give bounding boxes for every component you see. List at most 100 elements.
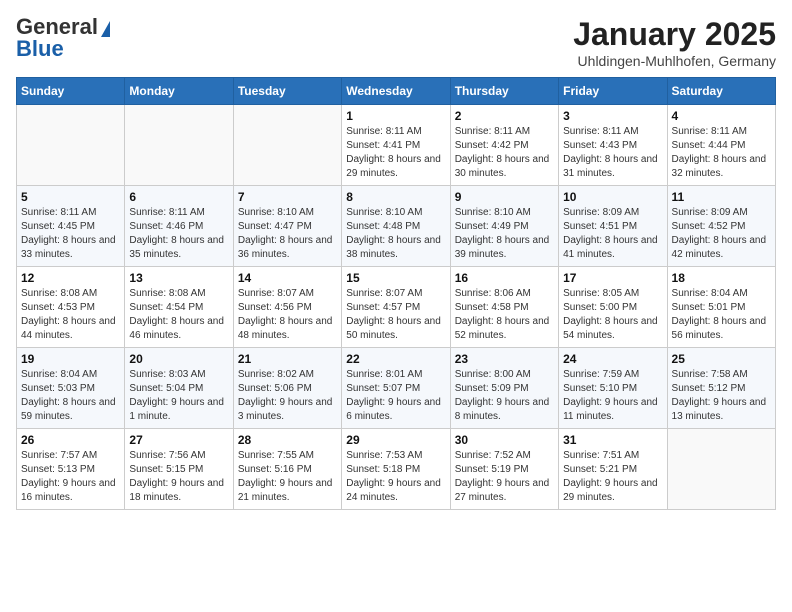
week-row-4: 19 Sunrise: 8:04 AMSunset: 5:03 PMDayligh…: [17, 348, 776, 429]
title-block: January 2025 Uhldingen-Muhlhofen, German…: [573, 16, 776, 69]
day-number: 15: [346, 271, 445, 285]
day-number: 6: [129, 190, 228, 204]
calendar-cell: 23Sunrise: 8:00 AMSunset: 5:09 PMDayligh…: [450, 348, 558, 429]
logo: General Blue: [16, 16, 110, 61]
calendar-table: SundayMondayTuesdayWednesdayThursdayFrid…: [16, 77, 776, 510]
weekday-header-sunday: Sunday: [17, 78, 125, 105]
calendar-cell: 11Sunrise: 8:09 AMSunset: 4:52 PMDayligh…: [667, 186, 775, 267]
calendar-cell: 31 Sunrise: 7:51 AMSunset: 5:21 PMDayligh…: [559, 429, 667, 510]
calendar-cell: 4 Sunrise: 8:11 AMSunset: 4:44 PMDaylight…: [667, 105, 775, 186]
calendar-cell: 6Sunrise: 8:11 AMSunset: 4:46 PMDaylight…: [125, 186, 233, 267]
day-number: 29: [346, 433, 445, 447]
weekday-header-friday: Friday: [559, 78, 667, 105]
day-number: 2: [455, 109, 554, 123]
day-info: Sunrise: 8:08 AMSunset: 4:53 PMDaylight:…: [21, 287, 120, 343]
day-number: 8: [346, 190, 445, 204]
calendar-cell: 10 Sunrise: 8:09 AMSunset: 4:51 PMDayligh…: [559, 186, 667, 267]
day-number: 1: [346, 109, 445, 123]
day-info: Sunrise: 8:02 AMSunset: 5:06 PMDaylight:…: [238, 368, 337, 424]
calendar-cell: 9 Sunrise: 8:10 AMSunset: 4:49 PMDaylight…: [450, 186, 558, 267]
day-info: Sunrise: 7:52 AMSunset: 5:19 PMDaylight:…: [455, 449, 554, 505]
day-number: 24: [563, 352, 662, 366]
calendar-cell: 7Sunrise: 8:10 AMSunset: 4:47 PMDaylight…: [233, 186, 341, 267]
day-info: Sunrise: 8:09 AMSunset: 4:51 PMDaylight:…: [563, 206, 662, 262]
calendar-cell: 28Sunrise: 7:55 AMSunset: 5:16 PMDayligh…: [233, 429, 341, 510]
day-number: 31: [563, 433, 662, 447]
day-info: Sunrise: 7:53 AMSunset: 5:18 PMDaylight:…: [346, 449, 445, 505]
calendar-cell: 25 Sunrise: 7:58 AMSunset: 5:12 PMDayligh…: [667, 348, 775, 429]
day-number: 11: [672, 190, 771, 204]
day-number: 19: [21, 352, 120, 366]
logo-blue-text: Blue: [16, 36, 64, 61]
day-info: Sunrise: 8:11 AMSunset: 4:42 PMDaylight:…: [455, 125, 554, 181]
calendar-cell: 24 Sunrise: 7:59 AMSunset: 5:10 PMDayligh…: [559, 348, 667, 429]
calendar-cell: [667, 429, 775, 510]
calendar-cell: 1 Sunrise: 8:11 AMSunset: 4:41 PMDaylight…: [342, 105, 450, 186]
day-number: 23: [455, 352, 554, 366]
calendar-cell: 20 Sunrise: 8:03 AMSunset: 5:04 PMDayligh…: [125, 348, 233, 429]
day-number: 4: [672, 109, 771, 123]
calendar-cell: 21 Sunrise: 8:02 AMSunset: 5:06 PMDayligh…: [233, 348, 341, 429]
day-number: 16: [455, 271, 554, 285]
day-info: Sunrise: 8:04 AMSunset: 5:01 PMDaylight:…: [672, 287, 771, 343]
calendar-cell: 13Sunrise: 8:08 AMSunset: 4:54 PMDayligh…: [125, 267, 233, 348]
day-info: Sunrise: 8:11 AMSunset: 4:45 PMDaylight:…: [21, 206, 120, 262]
day-info: Sunrise: 8:10 AMSunset: 4:49 PMDaylight:…: [455, 206, 554, 262]
calendar-cell: [233, 105, 341, 186]
day-number: 20: [129, 352, 228, 366]
day-info: Sunrise: 7:55 AMSunset: 5:16 PMDaylight:…: [238, 449, 337, 505]
day-info: Sunrise: 8:11 AMSunset: 4:41 PMDaylight:…: [346, 125, 445, 181]
month-title: January 2025: [573, 16, 776, 53]
calendar-cell: [125, 105, 233, 186]
day-info: Sunrise: 8:07 AMSunset: 4:57 PMDaylight:…: [346, 287, 445, 343]
day-number: 21: [238, 352, 337, 366]
calendar-cell: 30 Sunrise: 7:52 AMSunset: 5:19 PMDayligh…: [450, 429, 558, 510]
weekday-header-thursday: Thursday: [450, 78, 558, 105]
day-number: 3: [563, 109, 662, 123]
calendar-cell: 16 Sunrise: 8:06 AMSunset: 4:58 PMDayligh…: [450, 267, 558, 348]
day-info: Sunrise: 8:11 AMSunset: 4:43 PMDaylight:…: [563, 125, 662, 181]
day-info: Sunrise: 8:11 AMSunset: 4:44 PMDaylight:…: [672, 125, 771, 181]
day-number: 25: [672, 352, 771, 366]
day-info: Sunrise: 8:07 AMSunset: 4:56 PMDaylight:…: [238, 287, 337, 343]
day-info: Sunrise: 8:03 AMSunset: 5:04 PMDaylight:…: [129, 368, 228, 424]
calendar-cell: 19 Sunrise: 8:04 AMSunset: 5:03 PMDayligh…: [17, 348, 125, 429]
day-number: 17: [563, 271, 662, 285]
calendar-cell: 14 Sunrise: 8:07 AMSunset: 4:56 PMDayligh…: [233, 267, 341, 348]
day-info: Sunrise: 8:10 AMSunset: 4:48 PMDaylight:…: [346, 206, 445, 262]
day-number: 10: [563, 190, 662, 204]
day-number: 7: [238, 190, 337, 204]
calendar-cell: 12 Sunrise: 8:08 AMSunset: 4:53 PMDayligh…: [17, 267, 125, 348]
week-row-2: 5 Sunrise: 8:11 AMSunset: 4:45 PMDaylight…: [17, 186, 776, 267]
week-row-1: 1 Sunrise: 8:11 AMSunset: 4:41 PMDaylight…: [17, 105, 776, 186]
calendar-cell: 5 Sunrise: 8:11 AMSunset: 4:45 PMDaylight…: [17, 186, 125, 267]
logo-text: General: [16, 16, 110, 38]
calendar-cell: 22 Sunrise: 8:01 AMSunset: 5:07 PMDayligh…: [342, 348, 450, 429]
day-number: 13: [129, 271, 228, 285]
calendar-cell: 29 Sunrise: 7:53 AMSunset: 5:18 PMDayligh…: [342, 429, 450, 510]
day-number: 9: [455, 190, 554, 204]
day-info: Sunrise: 8:05 AMSunset: 5:00 PMDaylight:…: [563, 287, 662, 343]
day-info: Sunrise: 7:58 AMSunset: 5:12 PMDaylight:…: [672, 368, 771, 424]
day-number: 22: [346, 352, 445, 366]
calendar-cell: 15 Sunrise: 8:07 AMSunset: 4:57 PMDayligh…: [342, 267, 450, 348]
day-info: Sunrise: 7:51 AMSunset: 5:21 PMDaylight:…: [563, 449, 662, 505]
day-info: Sunrise: 8:01 AMSunset: 5:07 PMDaylight:…: [346, 368, 445, 424]
calendar-cell: 3 Sunrise: 8:11 AMSunset: 4:43 PMDaylight…: [559, 105, 667, 186]
calendar-cell: [17, 105, 125, 186]
weekday-header-monday: Monday: [125, 78, 233, 105]
day-info: Sunrise: 8:06 AMSunset: 4:58 PMDaylight:…: [455, 287, 554, 343]
day-number: 5: [21, 190, 120, 204]
day-info: Sunrise: 7:59 AMSunset: 5:10 PMDaylight:…: [563, 368, 662, 424]
day-info: Sunrise: 7:56 AMSunset: 5:15 PMDaylight:…: [129, 449, 228, 505]
calendar-cell: 27 Sunrise: 7:56 AMSunset: 5:15 PMDayligh…: [125, 429, 233, 510]
day-info: Sunrise: 7:57 AMSunset: 5:13 PMDaylight:…: [21, 449, 120, 505]
weekday-header-tuesday: Tuesday: [233, 78, 341, 105]
calendar-cell: 18Sunrise: 8:04 AMSunset: 5:01 PMDayligh…: [667, 267, 775, 348]
day-number: 14: [238, 271, 337, 285]
day-number: 12: [21, 271, 120, 285]
location-title: Uhldingen-Muhlhofen, Germany: [573, 53, 776, 69]
day-info: Sunrise: 8:04 AMSunset: 5:03 PMDaylight:…: [21, 368, 120, 424]
day-number: 30: [455, 433, 554, 447]
day-number: 27: [129, 433, 228, 447]
